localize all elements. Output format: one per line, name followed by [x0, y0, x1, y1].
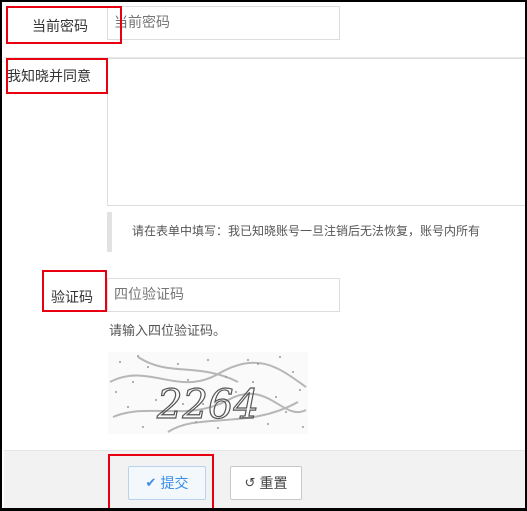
form-panel: 当前密码 我知晓并同意 请在表单中填写：我已知晓账号一旦注销后无法恢复，账号内所…	[0, 0, 527, 511]
agree-label: 我知晓并同意	[7, 69, 91, 85]
captcha-help: 请输入四位验证码。	[109, 324, 227, 339]
check-icon: ✔	[145, 475, 157, 491]
captcha-label: 验证码	[51, 290, 93, 306]
captcha-text: 2264	[156, 382, 259, 428]
captcha-input[interactable]	[107, 278, 340, 312]
agree-notice-text: 请在表单中填写：我已知晓账号一旦注销后无法恢复，账号内所有	[132, 224, 481, 238]
reset-button[interactable]: ↺ 重置	[230, 466, 302, 500]
agree-notice: 请在表单中填写：我已知晓账号一旦注销后无法恢复，账号内所有	[107, 212, 525, 252]
undo-icon: ↺	[244, 475, 256, 491]
submit-label: 提交	[160, 476, 189, 492]
current-password-label: 当前密码	[32, 19, 88, 35]
form-footer: ✔ 提交 ↺ 重置	[4, 450, 525, 508]
captcha-image[interactable]: 2264	[108, 352, 308, 434]
agree-textarea[interactable]	[107, 58, 525, 206]
captcha-graphic: 2264	[109, 355, 307, 433]
current-password-input[interactable]	[107, 6, 340, 40]
reset-label: 重置	[259, 476, 288, 492]
submit-button[interactable]: ✔ 提交	[128, 466, 206, 500]
